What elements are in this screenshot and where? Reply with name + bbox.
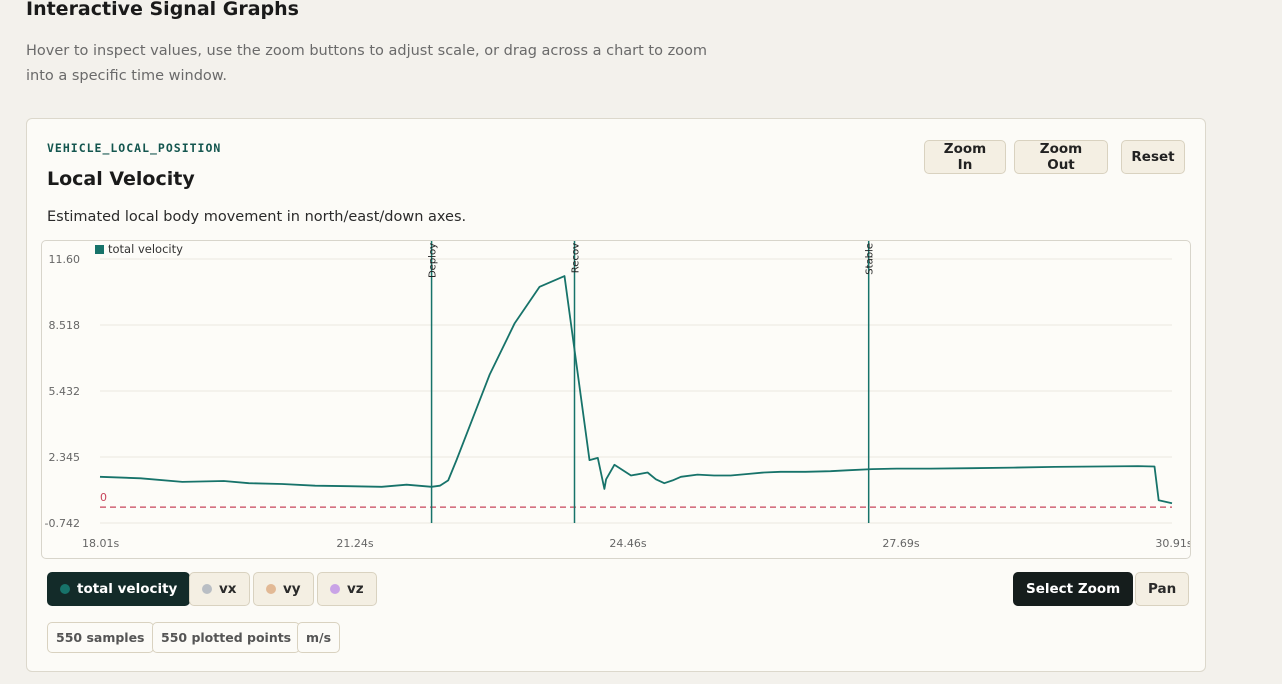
sample-count: 550 samples: [47, 622, 154, 653]
y-tick-label: 8.518: [49, 319, 81, 332]
event-marker-label: Stable: [865, 243, 876, 275]
reset-button[interactable]: Reset: [1121, 140, 1185, 174]
event-marker-label: Deploy: [428, 243, 439, 278]
toggle-label: total velocity: [77, 581, 178, 597]
toggle-label: vy: [283, 581, 301, 597]
series-dot: [330, 584, 340, 594]
toggle-total-velocity[interactable]: total velocity: [47, 572, 191, 606]
legend-label: total velocity: [108, 242, 183, 256]
legend-swatch: [95, 245, 104, 254]
zero-label: 0: [100, 491, 107, 504]
series-line-total-velocity: [99, 275, 1173, 505]
x-tick-label: 24.46s: [609, 537, 646, 550]
series-dot: [60, 584, 70, 594]
signal-card: VEHICLE_LOCAL_POSITION Local Velocity Es…: [26, 118, 1206, 672]
select-zoom-button[interactable]: Select Zoom: [1013, 572, 1134, 606]
zoom-in-button[interactable]: Zoom In: [924, 140, 1006, 174]
page-description: Hover to inspect values, use the zoom bu…: [26, 43, 708, 84]
topic-label: VEHICLE_LOCAL_POSITION: [47, 141, 222, 155]
x-tick-label: 30.91s: [1155, 537, 1191, 550]
toggle-vx[interactable]: vx: [189, 572, 250, 606]
series-dot: [266, 584, 276, 594]
x-tick-label: 18.01s: [82, 537, 119, 550]
x-tick-label: 21.24s: [336, 537, 373, 550]
x-tick-label: 27.69s: [882, 537, 919, 550]
series-dot: [202, 584, 212, 594]
toggle-vy[interactable]: vy: [253, 572, 314, 606]
plotted-count: 550 plotted points: [152, 622, 301, 653]
chart-area[interactable]: 11.60 8.518 5.432 2.345 -0.742 18.01s 21.24s 24…: [41, 240, 1191, 559]
unit-badge: m/s: [297, 622, 341, 653]
y-tick-label: 11.60: [49, 253, 81, 266]
toggle-vz[interactable]: vz: [317, 572, 377, 606]
pan-button[interactable]: Pan: [1135, 572, 1190, 606]
zoom-out-button[interactable]: Zoom Out: [1014, 140, 1108, 174]
y-tick-label: 2.345: [49, 451, 81, 464]
card-title: Local Velocity: [47, 168, 195, 190]
card-description: Estimated local body movement in north/e…: [47, 209, 467, 225]
y-tick-label: 5.432: [49, 385, 81, 398]
event-marker-label: Recov: [571, 243, 582, 273]
y-tick-label: -0.742: [45, 517, 80, 530]
toggle-label: vx: [219, 581, 237, 597]
toggle-label: vz: [347, 581, 364, 597]
page-title: Interactive Signal Graphs: [26, 0, 299, 20]
velocity-chart[interactable]: 11.60 8.518 5.432 2.345 -0.74218.01s 21.24s 24…: [42, 241, 1191, 559]
